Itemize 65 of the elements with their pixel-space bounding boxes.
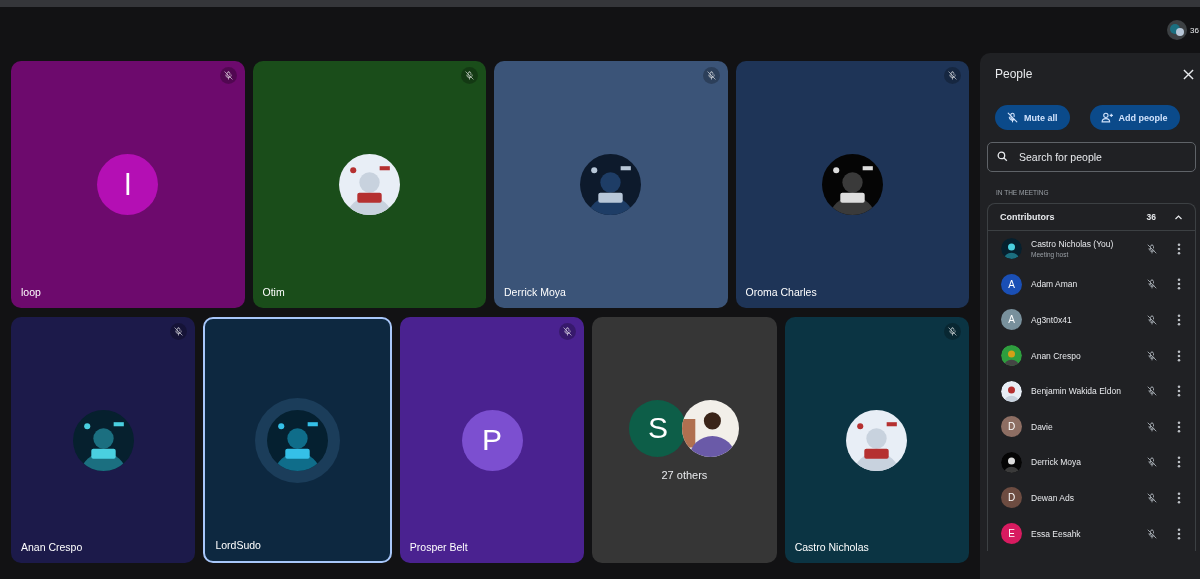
avatar: l — [97, 154, 159, 215]
mic-off-icon — [1006, 111, 1019, 124]
avatar: P — [461, 409, 523, 471]
avatar: A — [1001, 309, 1022, 331]
participant-tile[interactable]: P Prosper Belt — [399, 317, 585, 563]
mic-off-icon[interactable] — [1146, 242, 1158, 255]
participant-name: Essa Eesahk — [1031, 528, 1082, 539]
more-icon[interactable] — [1177, 456, 1181, 469]
chevron-icon[interactable] — [1174, 212, 1183, 222]
participant-tile[interactable]: Castro Nicholas — [784, 317, 970, 563]
avatar: D — [1001, 416, 1022, 438]
more-icon[interactable] — [1177, 527, 1181, 540]
mic-off-icon[interactable] — [1146, 278, 1158, 291]
participant-tile[interactable]: LordSudo — [203, 317, 392, 563]
panel-title: People — [995, 67, 1033, 81]
participant-name: Derrick Moya — [1031, 457, 1083, 468]
participant-name: Anan Crespo — [1031, 350, 1082, 361]
participant-tile[interactable]: l loop — [11, 61, 245, 308]
add-person-icon — [1100, 111, 1114, 124]
participant-tile[interactable]: Anan Crespo — [11, 317, 196, 563]
participant-tile[interactable]: S 27 others — [592, 317, 777, 563]
more-icon[interactable] — [1177, 242, 1181, 255]
mic-off-icon[interactable] — [1146, 491, 1158, 504]
participant-name: Otim — [262, 286, 285, 298]
search-field[interactable]: Search for people — [987, 142, 1196, 172]
more-icon[interactable] — [1177, 491, 1181, 504]
search-icon — [996, 150, 1009, 163]
avatar: E — [1001, 523, 1022, 545]
avatar: D — [1001, 487, 1022, 509]
participant-name: LordSudo — [215, 539, 261, 551]
mic-off-icon[interactable] — [1146, 456, 1158, 469]
participant-tile[interactable]: Otim — [252, 61, 486, 308]
participant-count: 36 — [1190, 25, 1200, 35]
others-count: 27 others — [661, 468, 708, 481]
participant-name: Castro Nicholas (You) — [1031, 239, 1115, 250]
participant-name: Prosper Belt — [409, 541, 468, 553]
group-count: 36 — [1146, 212, 1156, 222]
participant-name: Oroma Charles — [745, 286, 817, 298]
avatar: A — [1001, 273, 1022, 295]
mic-off-icon[interactable] — [1146, 385, 1158, 398]
participant-name: Benjamin Wakida Eldon — [1031, 386, 1122, 397]
group-label: Contributors — [1000, 212, 1056, 222]
participant-name: Adam Aman — [1031, 279, 1079, 290]
participant-name: Anan Crespo — [21, 541, 83, 553]
participant-name: Castro Nicholas — [794, 541, 869, 553]
close-icon[interactable] — [1183, 68, 1194, 80]
participant-name: Derrick Moya — [504, 286, 566, 298]
mic-off-icon[interactable] — [1146, 420, 1158, 433]
more-icon[interactable] — [1177, 278, 1181, 291]
participant-name: Ag3nt0x41 — [1031, 315, 1073, 325]
participant-name: Davie — [1031, 421, 1054, 432]
participant-tile[interactable]: Derrick Moya — [494, 61, 728, 308]
mic-off-icon[interactable] — [1146, 349, 1158, 362]
more-icon[interactable] — [1177, 314, 1181, 326]
participants-icon[interactable] — [1167, 20, 1187, 40]
mute-all-button[interactable]: Mute all — [995, 105, 1070, 130]
participant-name: loop — [21, 286, 41, 298]
participant-name: Dewan Ads — [1031, 492, 1075, 503]
more-icon[interactable] — [1177, 349, 1181, 362]
participant-tile[interactable]: Oroma Charles — [735, 61, 969, 308]
mic-off-icon[interactable] — [1146, 527, 1158, 540]
mic-off-icon[interactable] — [1146, 314, 1158, 326]
more-icon[interactable] — [1177, 385, 1181, 398]
more-icon[interactable] — [1177, 420, 1181, 433]
add-people-button[interactable]: Add people — [1089, 105, 1180, 130]
